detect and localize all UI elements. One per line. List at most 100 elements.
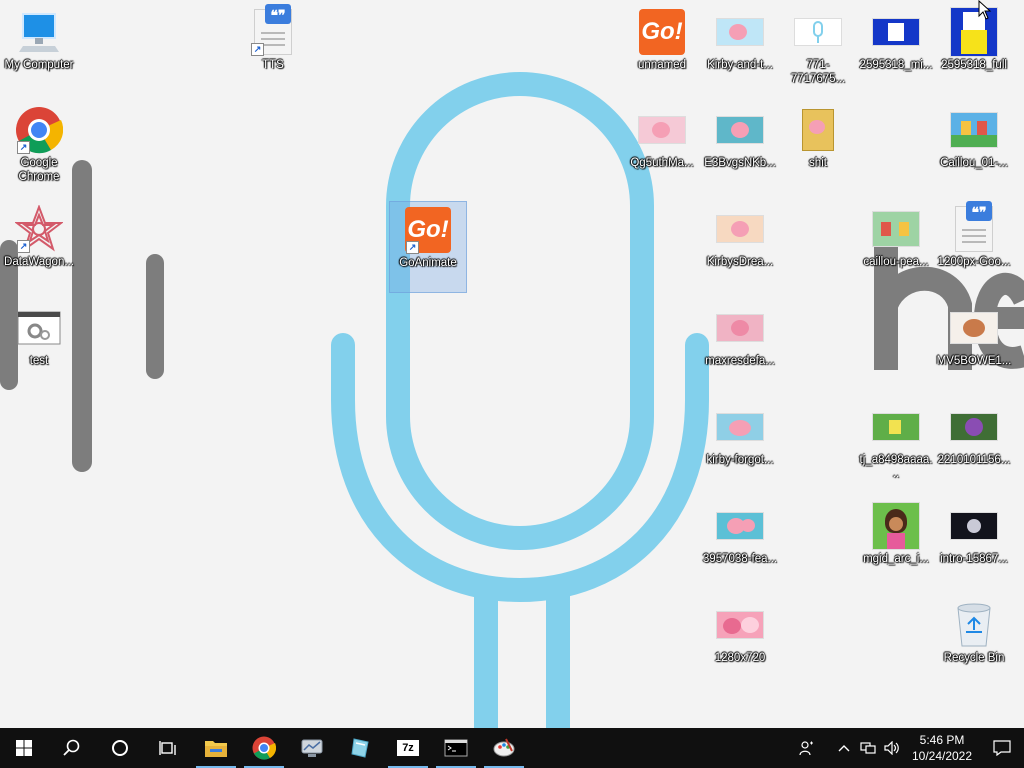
icon-label: mgid_arc_i... — [863, 553, 929, 565]
computer-icon — [15, 8, 63, 56]
network-icon[interactable] — [856, 728, 880, 768]
image-thumbnail-icon — [872, 403, 920, 451]
maxresdefa-image-icon[interactable]: maxresdefa... — [702, 300, 778, 390]
fea-3957038-image-icon[interactable]: 3957038-fea... — [702, 498, 778, 588]
taskbar-7zip[interactable]: 7z — [384, 728, 432, 768]
google-chrome-shortcut[interactable]: ↗ Google Chrome — [1, 102, 77, 192]
taskbar-clock[interactable]: 5:46 PM 10/24/2022 — [904, 732, 980, 764]
recycle-bin-icon[interactable]: Recycle Bin — [936, 597, 1012, 687]
qg5uthma-image-icon[interactable]: Qg5uthMa... — [624, 102, 700, 192]
image-thumbnail-icon — [716, 403, 764, 451]
full-2595318-image-icon[interactable]: 2595318_full — [936, 4, 1012, 94]
task-view-icon — [159, 741, 176, 755]
icon-label: 771-7717675... — [790, 59, 846, 85]
goanimate-logo-icon: Go! — [638, 8, 686, 56]
shit-folder-icon[interactable]: shit — [780, 102, 856, 192]
image-thumbnail-icon — [872, 502, 920, 550]
chevron-up-icon[interactable] — [832, 728, 856, 768]
image-thumbnail-icon — [716, 106, 764, 154]
icon-label: GoAnimate — [399, 257, 457, 269]
intro-15867-image-icon[interactable]: intro-15867... — [936, 498, 1012, 588]
image-thumbnail-icon — [950, 502, 998, 550]
file-771-image-icon[interactable]: 771-7717675... — [780, 4, 856, 94]
image-thumbnail-icon — [716, 205, 764, 253]
chrome-icon: ↗ — [15, 106, 63, 154]
mv5bowe1-image-icon[interactable]: MV5BOWE1... — [936, 300, 1012, 390]
unnamed-image-icon[interactable]: Go! unnamed — [624, 4, 700, 94]
action-center-button[interactable] — [980, 728, 1024, 768]
caillou-pea-image-icon[interactable]: caillou-pea... — [858, 201, 934, 291]
icon-label: E3BvgsNKb... — [704, 157, 776, 169]
image-thumbnail-icon — [716, 601, 764, 649]
goanimate-logo-icon: Go! ↗ — [404, 206, 452, 254]
icon-label: shit — [809, 157, 827, 169]
e3bvgsnkb-image-icon[interactable]: E3BvgsNKb... — [702, 102, 778, 192]
people-icon[interactable] — [794, 728, 818, 768]
notification-icon — [993, 740, 1011, 756]
kirby-and-t-image-icon[interactable]: Kirby-and-t... — [702, 4, 778, 94]
datawagon-shortcut[interactable]: ↗ DataWagon... — [1, 201, 77, 291]
image-thumbnail-icon — [716, 304, 764, 352]
search-button[interactable] — [48, 728, 96, 768]
shortcut-arrow-icon: ↗ — [406, 241, 419, 254]
caillou-01-image-icon[interactable]: Caillou_01-... — [936, 102, 1012, 192]
file-2210101156-image-icon[interactable]: 2210101156... — [936, 399, 1012, 489]
desktop-wallpaper — [0, 0, 1024, 728]
mi-2595318-image-icon[interactable]: 2595318_mi... — [858, 4, 934, 94]
shortcut-arrow-icon: ↗ — [17, 240, 30, 253]
recycle-bin-icon-graphic — [950, 601, 998, 649]
image-thumbnail-icon — [872, 8, 920, 56]
mgid-arc-image-icon[interactable]: mgid_arc_i... — [858, 498, 934, 588]
icon-label: 2210101156... — [937, 454, 1011, 466]
image-thumbnail-icon — [950, 106, 998, 154]
img-1280x720-image-icon[interactable]: 1280x720 — [702, 597, 778, 687]
icon-label: caillou-pea... — [863, 256, 929, 268]
icon-label: kirby-forgot... — [706, 454, 774, 466]
shortcut-arrow-icon: ↗ — [251, 43, 264, 56]
mouse-cursor-icon — [978, 0, 992, 20]
icon-label: TTS — [262, 59, 284, 71]
test-file-icon[interactable]: test — [1, 300, 77, 390]
icon-label: DataWagon... — [4, 256, 74, 268]
tj-a8498-image-icon[interactable]: tj_a8498aaaa... — [858, 399, 934, 489]
kirbysdrea-image-icon[interactable]: KirbysDrea... — [702, 201, 778, 291]
taskbar-paint-app[interactable] — [480, 728, 528, 768]
document-icon: ❝❞ ↗ — [249, 4, 297, 56]
icon-label: intro-15867... — [940, 553, 1008, 565]
task-view-button[interactable] — [144, 728, 192, 768]
wave-bar — [146, 254, 164, 379]
my-computer-icon[interactable]: My Computer — [1, 4, 77, 94]
volume-icon[interactable] — [880, 728, 904, 768]
tts-shortcut[interactable]: ❝❞ ↗ TTS — [235, 4, 311, 94]
datawagon-icon: ↗ — [15, 205, 63, 253]
kirby-forgot-image-icon[interactable]: kirby-forgot... — [702, 399, 778, 489]
image-thumbnail-icon — [872, 205, 920, 253]
image-thumbnail-icon — [950, 403, 998, 451]
icon-label: 2595318_full — [941, 59, 1007, 71]
icon-label: 1280x720 — [714, 652, 766, 664]
cortana-button[interactable] — [96, 728, 144, 768]
icon-label: test — [29, 355, 49, 367]
search-icon — [63, 739, 80, 756]
taskbar-system-monitor[interactable] — [288, 728, 336, 768]
taskbar-command-prompt[interactable] — [432, 728, 480, 768]
icon-label: unnamed — [638, 59, 686, 71]
icon-label: Qg5uthMa... — [630, 157, 694, 169]
glass-note-icon — [351, 738, 369, 758]
icon-label: 3957038-fea... — [702, 553, 778, 565]
goo-1200px-image-icon[interactable]: ❝❞ 1200px-Goo... — [936, 201, 1012, 291]
chrome-icon — [252, 736, 276, 760]
paint-palette-icon — [493, 738, 515, 757]
icon-label: MV5BOWE1... — [936, 355, 1012, 367]
microphone-thumbnail-icon — [794, 8, 842, 56]
taskbar-file-explorer[interactable] — [192, 728, 240, 768]
image-thumbnail-icon — [716, 502, 764, 550]
command-prompt-icon — [444, 739, 468, 757]
document-icon: ❝❞ — [950, 201, 998, 253]
taskbar-notes-app[interactable] — [336, 728, 384, 768]
start-button[interactable] — [0, 728, 48, 768]
icon-label: maxresdefa... — [705, 355, 775, 367]
taskbar-google-chrome[interactable] — [240, 728, 288, 768]
goanimate-shortcut[interactable]: Go! ↗ GoAnimate — [389, 201, 467, 293]
icon-label: Caillou_01-... — [940, 157, 1008, 169]
